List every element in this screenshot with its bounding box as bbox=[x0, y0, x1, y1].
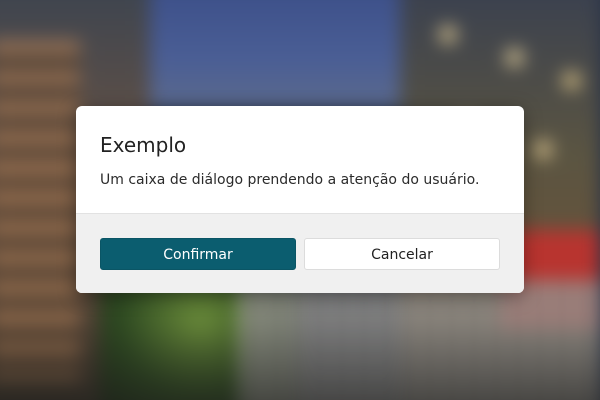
dialog-body: Exemplo Um caixa de diálogo prendendo a … bbox=[76, 106, 524, 213]
confirm-button[interactable]: Confirmar bbox=[100, 238, 296, 270]
dialog-footer: Confirmar Cancelar bbox=[76, 213, 524, 293]
dialog-title: Exemplo bbox=[100, 133, 187, 157]
background-floor bbox=[0, 320, 600, 400]
dialog-message: Um caixa de diálogo prendendo a atenção … bbox=[100, 172, 480, 188]
cancel-button[interactable]: Cancelar bbox=[304, 238, 500, 270]
screen: Exemplo Um caixa de diálogo prendendo a … bbox=[0, 0, 600, 400]
dialog: Exemplo Um caixa de diálogo prendendo a … bbox=[76, 106, 524, 293]
